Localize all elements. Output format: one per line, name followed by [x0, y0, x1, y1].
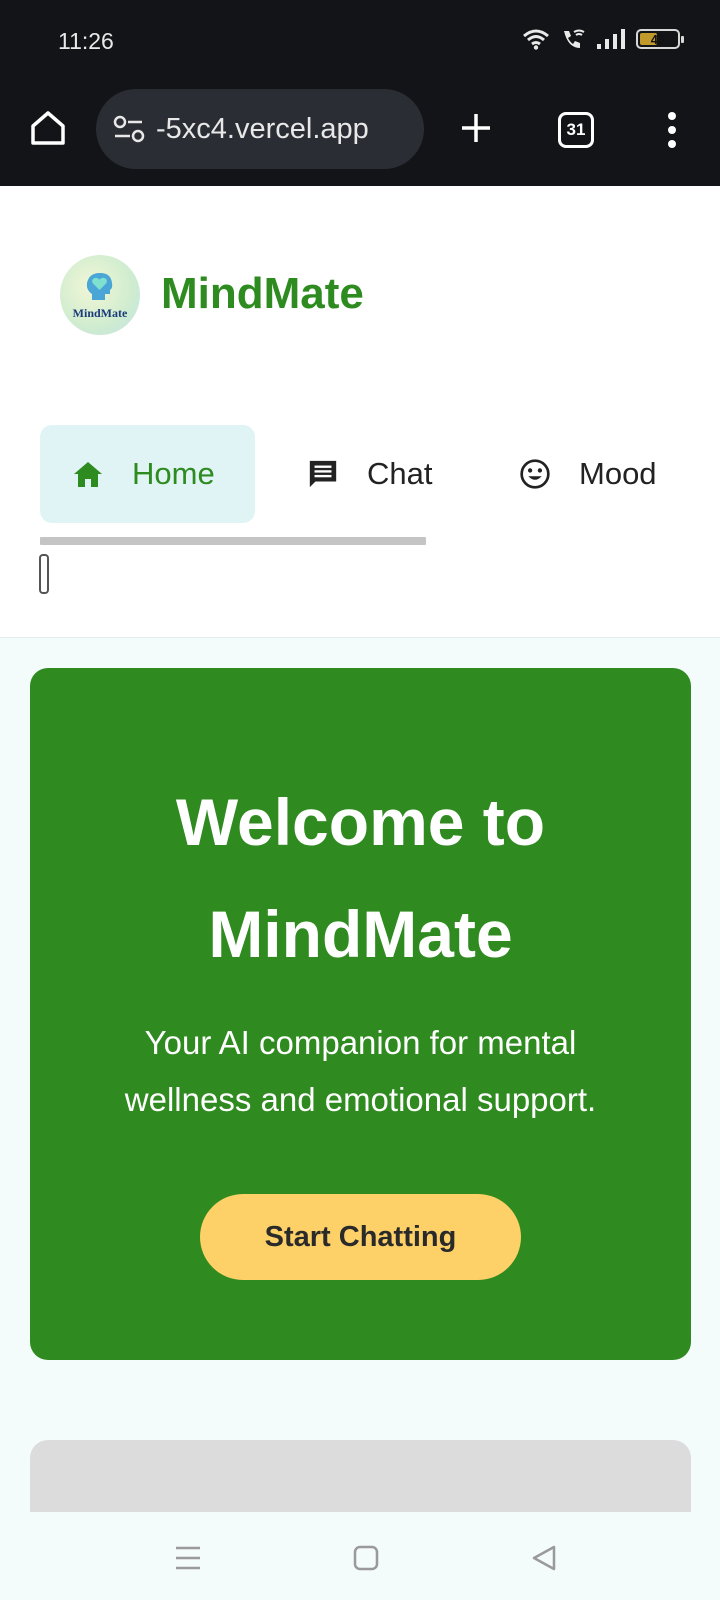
chat-icon [307, 458, 339, 490]
welcome-subtitle: Your AI companion for mental wellness an… [80, 1014, 641, 1128]
status-time: 11:26 [58, 28, 114, 54]
browser-home-button[interactable] [26, 106, 70, 150]
welcome-title: Welcome to MindMate [30, 766, 691, 990]
battery-icon: 43 [636, 29, 684, 49]
nav-item-mood[interactable]: Mood [519, 425, 657, 523]
plus-icon [462, 114, 490, 142]
scroll-handle[interactable] [39, 554, 49, 594]
app-header: MindMate MindMate Home Chat Mood [0, 186, 720, 638]
welcome-card: Welcome to MindMate Your AI companion fo… [30, 668, 691, 1360]
signal-icon [597, 29, 625, 49]
menu-dot [668, 112, 676, 120]
welcome-subtitle-line2: wellness and emotional support. [124, 1081, 597, 1118]
smiley-icon [519, 458, 551, 490]
home-icon [72, 458, 104, 490]
browser-chrome: 11:26 43 -5xc4.vercel.app 31 [0, 0, 720, 186]
wifi-icon [523, 29, 549, 50]
recents-button[interactable] [168, 1538, 208, 1578]
url-bar[interactable]: -5xc4.vercel.app [96, 89, 424, 169]
system-home-button[interactable] [346, 1538, 386, 1578]
system-nav-bar [0, 1512, 720, 1600]
feature-card [30, 1440, 691, 1520]
nav-label-mood: Mood [579, 456, 657, 491]
brand-title: MindMate [161, 269, 364, 318]
home-outline-icon [31, 111, 65, 145]
nav-scrollbar[interactable] [40, 537, 426, 545]
battery-level: 43 [650, 31, 666, 47]
system-back-button[interactable] [524, 1538, 564, 1578]
url-value: -5xc4.vercel.app [156, 112, 369, 145]
site-settings-icon [113, 115, 145, 143]
tab-switcher-button[interactable]: 31 [558, 112, 594, 148]
nav-label-chat: Chat [367, 456, 433, 491]
nav-item-home[interactable]: Home [40, 425, 255, 523]
square-home-icon [353, 1545, 379, 1571]
nav-label-home: Home [132, 456, 215, 491]
url-text: -5xc4.vercel.app [156, 113, 369, 146]
start-chatting-button[interactable]: Start Chatting [200, 1194, 521, 1280]
recents-icon [176, 1546, 200, 1570]
browser-menu-button[interactable] [662, 110, 682, 150]
menu-dot [668, 126, 676, 134]
nav-item-chat[interactable]: Chat [307, 425, 519, 523]
welcome-title-line1: Welcome to [175, 785, 546, 859]
back-triangle-icon [532, 1545, 556, 1571]
new-tab-button[interactable] [456, 108, 496, 148]
wifi-call-icon [564, 29, 585, 48]
app-logo: MindMate [60, 255, 140, 335]
menu-dot [668, 140, 676, 148]
welcome-subtitle-line1: Your AI companion for mental [144, 1024, 577, 1061]
logo-text: MindMate [72, 305, 128, 320]
head-heart-icon [86, 272, 113, 300]
status-icons: 43 [522, 28, 684, 50]
main-nav: Home Chat Mood [40, 425, 657, 523]
welcome-title-line2: MindMate [208, 897, 513, 971]
